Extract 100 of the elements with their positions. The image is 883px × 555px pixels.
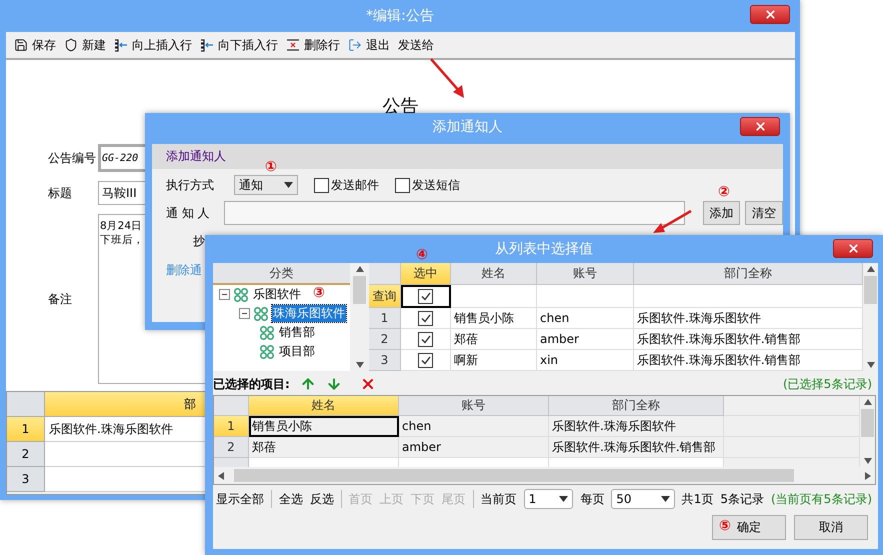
filter-cell[interactable] <box>451 285 537 308</box>
checkbox[interactable] <box>314 178 329 192</box>
filter-label: 查询 <box>369 285 401 308</box>
toolbar-button[interactable]: 向下插入行 <box>200 36 278 54</box>
scroll-up-icon[interactable] <box>866 266 874 272</box>
column-header[interactable]: 账号 <box>399 396 549 416</box>
row-header[interactable]: 2 <box>214 437 249 458</box>
checkbox-cell[interactable] <box>401 329 451 350</box>
close-button[interactable] <box>750 5 790 24</box>
exit-icon <box>348 38 362 52</box>
pager-link[interactable]: 全选 <box>278 490 303 508</box>
org-node-icon <box>259 344 275 360</box>
column-header[interactable]: 姓名 <box>249 396 399 416</box>
checkbox-label: 发送邮件 <box>331 176 379 194</box>
scroll-up-icon[interactable] <box>356 266 364 272</box>
checkbox[interactable] <box>418 352 433 368</box>
filter-cell[interactable] <box>401 285 451 308</box>
collapse-icon[interactable] <box>219 289 230 300</box>
column-header[interactable]: 部门全称 <box>634 263 863 285</box>
pager-text: 5条记录 <box>720 490 764 508</box>
pager-link[interactable]: 显示全部 <box>216 490 264 508</box>
tree-node[interactable]: 销售部 <box>278 324 316 341</box>
close-button[interactable] <box>740 117 780 136</box>
scroll-down-icon[interactable] <box>356 362 364 368</box>
grid-corner <box>214 396 249 416</box>
tree-node[interactable]: 乐图软件 <box>252 286 302 303</box>
move-down-icon[interactable] <box>326 376 342 392</box>
scroll-right-icon[interactable] <box>865 472 871 480</box>
dialog-button[interactable]: 取消 <box>794 515 868 540</box>
row-header[interactable]: 2 <box>7 442 45 467</box>
scrollbar-thumb[interactable] <box>864 276 877 304</box>
scrollbar-thumb[interactable] <box>234 469 794 482</box>
toolbar-button[interactable]: 保存 <box>14 36 56 54</box>
pager-select[interactable]: 50 <box>611 489 675 509</box>
checkbox-cell[interactable] <box>401 308 451 329</box>
table-cell: 郑蓓 <box>451 329 537 350</box>
collapse-icon[interactable] <box>239 308 250 319</box>
pager-select[interactable]: 1 <box>524 489 574 509</box>
row-header[interactable]: 2 <box>369 329 401 350</box>
scrollbar[interactable] <box>863 263 878 371</box>
pager-text: 当前页 <box>480 490 517 508</box>
row-header[interactable]: 1 <box>7 417 45 442</box>
scrollbar-thumb[interactable] <box>861 409 874 437</box>
checkbox[interactable] <box>418 310 433 326</box>
field-label: 公告编号 <box>48 150 97 166</box>
checkbox-cell[interactable] <box>401 350 451 371</box>
pager-link[interactable]: 反选 <box>310 490 334 508</box>
selected-count: (已选择5条记录) <box>783 376 873 392</box>
toolbar-button[interactable]: 发送给 <box>398 36 434 54</box>
filter-cell[interactable] <box>634 285 863 308</box>
delete-row-icon <box>286 38 300 52</box>
step-marker: ⑤ <box>719 519 731 534</box>
scroll-up-icon[interactable] <box>864 399 872 405</box>
check-icon <box>420 314 430 322</box>
check-icon <box>420 334 430 344</box>
scroll-down-icon[interactable] <box>864 458 872 464</box>
table-cell: 啊新 <box>451 350 537 371</box>
row-header[interactable]: 3 <box>7 467 45 492</box>
toolbar-button[interactable]: 向上插入行 <box>114 36 192 54</box>
scrollbar[interactable] <box>860 396 875 467</box>
tree-node[interactable]: 项目部 <box>278 343 316 360</box>
column-header[interactable]: 姓名 <box>451 263 537 285</box>
step-marker: ④ <box>416 248 428 263</box>
row-header[interactable]: 1 <box>369 308 401 329</box>
checkbox[interactable] <box>395 178 410 192</box>
move-up-icon[interactable] <box>300 376 316 392</box>
row-header[interactable]: 3 <box>369 350 401 371</box>
scroll-left-icon[interactable] <box>218 472 224 480</box>
dialog-button[interactable]: 清空 <box>745 201 783 225</box>
table-cell: 销售员小陈 <box>249 416 399 437</box>
column-header[interactable]: 部门全称 <box>549 396 724 416</box>
pager-text: 每页 <box>580 490 604 508</box>
org-node-icon <box>233 286 249 302</box>
dropdown-caret-icon <box>284 182 293 188</box>
table-cell: 乐图软件.珠海乐图软件 <box>549 416 724 437</box>
scrollbar[interactable] <box>352 263 367 371</box>
recipient-field[interactable] <box>224 201 686 225</box>
scrollbar-thumb[interactable] <box>353 276 366 304</box>
scroll-down-icon[interactable] <box>866 362 874 368</box>
toolbar-button[interactable]: 新建 <box>64 36 106 54</box>
column-header[interactable]: 账号 <box>537 263 634 285</box>
column-header[interactable]: 选中 <box>401 263 451 285</box>
org-node-icon <box>253 306 269 322</box>
toolbar-button[interactable]: 退出 <box>348 36 390 54</box>
check-icon <box>420 356 430 364</box>
toolbar-button[interactable]: 删除行 <box>286 36 340 54</box>
close-icon <box>846 242 860 255</box>
row-header[interactable]: 1 <box>214 416 249 437</box>
table-cell: chen <box>399 416 549 437</box>
tree-node[interactable]: 珠海乐图软件 <box>272 305 346 322</box>
checkbox[interactable] <box>418 288 433 304</box>
filter-cell[interactable] <box>537 285 634 308</box>
step-marker: ② <box>718 185 730 200</box>
close-button[interactable] <box>833 239 873 258</box>
field-label: 抄 <box>192 233 205 250</box>
step-marker: ① <box>265 160 277 175</box>
close-icon <box>754 120 766 133</box>
table-cell: chen <box>537 308 634 329</box>
dialog-button[interactable]: ⑤ 确定 <box>712 515 786 540</box>
checkbox[interactable] <box>418 332 433 346</box>
